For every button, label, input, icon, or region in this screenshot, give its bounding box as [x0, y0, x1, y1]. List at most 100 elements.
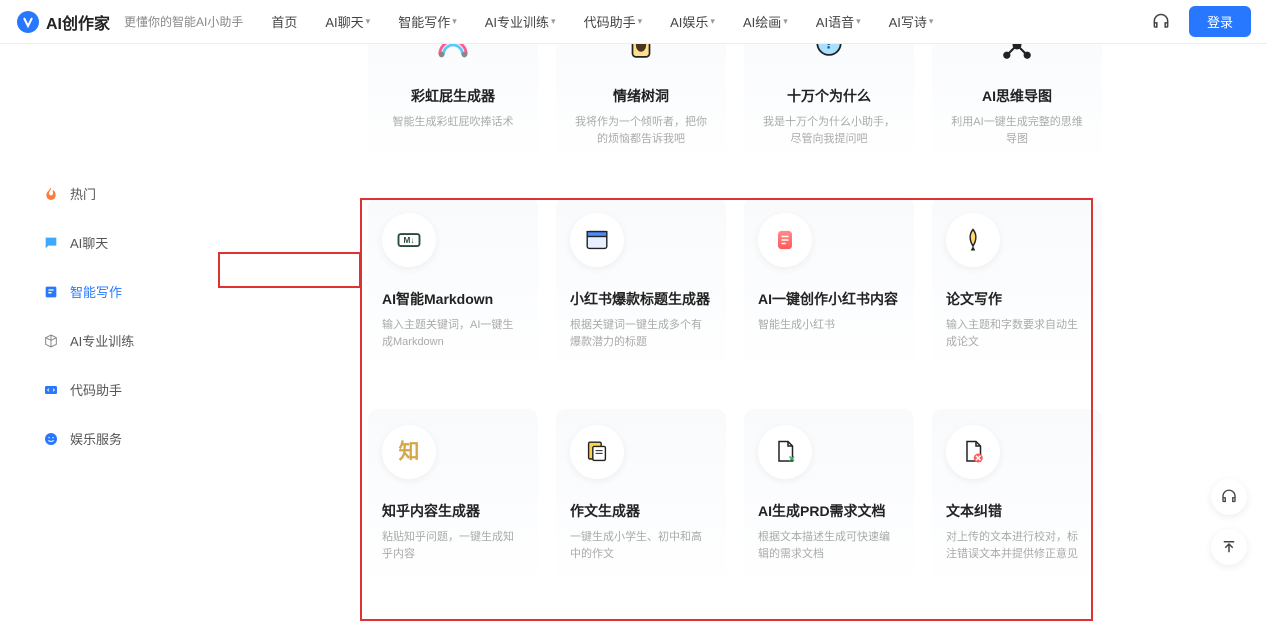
rainbow-icon	[426, 44, 480, 72]
card-hole[interactable]: 情绪树洞我将作为一个倾听者，把你的烦恼都告诉我吧	[556, 44, 726, 165]
logo-icon	[16, 10, 40, 34]
nav: 首页 AI聊天▾ 智能写作▾ AI专业训练▾ 代码助手▾ AI娱乐▾ AI绘画▾ AI语音▾ A…	[271, 12, 1151, 31]
nav-item-3[interactable]: AI专业训练▾	[485, 12, 556, 31]
card-desc: 智能生成小红书	[758, 317, 835, 334]
error-icon	[946, 425, 1000, 479]
card-desc: 我是十万个为什么小助手，尽管向我提问吧	[758, 114, 900, 147]
header: AI创作家 更懂你的智能AI小助手 首页 AI聊天▾ 智能写作▾ AI专业训练▾ 代码助…	[0, 0, 1267, 44]
chevron-down-icon: ▾	[710, 16, 715, 27]
card-desc: 根据文本描述生成可快速编辑的需求文档	[758, 529, 900, 562]
float-top-button[interactable]	[1211, 529, 1247, 565]
sidebar-item-label: 热门	[70, 184, 96, 203]
chevron-down-icon: ▾	[856, 16, 861, 27]
card-title: 作文生成器	[570, 501, 640, 521]
note-icon	[758, 213, 812, 267]
logo-text: AI创作家	[46, 10, 110, 34]
chevron-down-icon: ▾	[638, 16, 643, 27]
float-headset-button[interactable]	[1211, 479, 1247, 515]
mindmap-icon	[990, 44, 1044, 72]
card-title: AI智能Markdown	[382, 289, 493, 309]
float-buttons	[1211, 479, 1247, 565]
card-title: AI思维导图	[982, 86, 1052, 106]
chevron-down-icon: ▾	[551, 16, 556, 27]
sidebar-item-2[interactable]: 智能写作	[0, 272, 220, 311]
card-desc: 智能生成彩虹屁吹捧话术	[393, 114, 514, 131]
card-window[interactable]: 小红书爆款标题生成器根据关键词一键生成多个有爆款潜力的标题	[556, 197, 726, 377]
card-desc: 粘贴知乎问题，一键生成知乎内容	[382, 529, 524, 562]
chevron-down-icon: ▾	[452, 16, 457, 27]
nav-item-8[interactable]: AI写诗▾	[889, 12, 934, 31]
card-desc: 输入主题关键词，AI一键生成Markdown	[382, 317, 524, 350]
nav-item-5[interactable]: AI娱乐▾	[670, 12, 715, 31]
sidebar-item-1[interactable]: AI聊天	[0, 223, 220, 262]
hole-icon	[614, 44, 668, 72]
card-desc: 一键生成小学生、初中和高中的作文	[570, 529, 712, 562]
doc-icon	[570, 425, 624, 479]
prd-icon	[758, 425, 812, 479]
card-question[interactable]: ? 十万个为什么我是十万个为什么小助手，尽管向我提问吧	[744, 44, 914, 165]
card-note[interactable]: AI一键创作小红书内容智能生成小红书	[744, 197, 914, 377]
sidebar-item-label: AI聊天	[70, 233, 108, 252]
card-desc: 根据关键词一键生成多个有爆款潜力的标题	[570, 317, 712, 350]
card-doc[interactable]: 作文生成器一键生成小学生、初中和高中的作文	[556, 409, 726, 589]
write-icon	[42, 283, 60, 301]
chat-icon	[42, 234, 60, 252]
headset-icon[interactable]	[1151, 12, 1171, 32]
nav-item-1[interactable]: AI聊天▾	[325, 12, 370, 31]
main: 热门 AI聊天智能写作 AI专业训练代码助手娱乐服务 彩虹屁生成器智能生成彩虹屁吹捧…	[0, 44, 1267, 625]
nav-item-7[interactable]: AI语音▾	[816, 12, 861, 31]
sidebar-item-0[interactable]: 热门	[0, 174, 220, 213]
sidebar-item-label: 娱乐服务	[70, 429, 122, 448]
card-prd[interactable]: AI生成PRD需求文档根据文本描述生成可快速编辑的需求文档	[744, 409, 914, 589]
card-rainbow[interactable]: 彩虹屁生成器智能生成彩虹屁吹捧话术	[368, 44, 538, 165]
smile-icon	[42, 430, 60, 448]
svg-text:?: ?	[824, 44, 834, 53]
content: 彩虹屁生成器智能生成彩虹屁吹捧话术情绪树洞我将作为一个倾听者，把你的烦恼都告诉我…	[220, 44, 1267, 625]
login-button[interactable]: 登录	[1189, 6, 1251, 37]
card-title: 文本纠错	[946, 501, 1002, 521]
svg-text:M↓: M↓	[404, 236, 415, 245]
card-title: 情绪树洞	[613, 86, 669, 106]
window-icon	[570, 213, 624, 267]
card-mindmap[interactable]: AI思维导图利用AI一键生成完整的思维导图	[932, 44, 1102, 165]
sidebar-item-label: 代码助手	[70, 380, 122, 399]
card-error[interactable]: 文本纠错对上传的文本进行校对，标注错误文本并提供修正意见	[932, 409, 1102, 589]
pen-icon	[946, 213, 1000, 267]
header-subtitle: 更懂你的智能AI小助手	[124, 13, 243, 30]
card-title: 知乎内容生成器	[382, 501, 480, 521]
card-title: AI一键创作小红书内容	[758, 289, 898, 309]
sidebar-item-5[interactable]: 娱乐服务	[0, 419, 220, 458]
card-desc: 输入主题和字数要求自动生成论文	[946, 317, 1088, 350]
sidebar-item-label: 智能写作	[70, 282, 122, 301]
code-icon	[42, 381, 60, 399]
card-title: 论文写作	[946, 289, 1002, 309]
header-right: 登录	[1151, 6, 1251, 37]
chevron-down-icon: ▾	[783, 16, 788, 27]
md-icon: M↓	[382, 213, 436, 267]
chevron-down-icon: ▾	[366, 16, 371, 27]
card-title: 十万个为什么	[787, 86, 871, 106]
nav-item-0[interactable]: 首页	[271, 12, 297, 31]
cube-icon	[42, 332, 60, 350]
sidebar-item-4[interactable]: 代码助手	[0, 370, 220, 409]
card-title: 彩虹屁生成器	[411, 86, 495, 106]
sidebar-item-3[interactable]: AI专业训练	[0, 321, 220, 360]
nav-item-6[interactable]: AI绘画▾	[743, 12, 788, 31]
svg-text:知: 知	[399, 439, 420, 463]
question-icon: ?	[802, 44, 856, 72]
nav-item-2[interactable]: 智能写作▾	[398, 12, 457, 31]
card-desc: 我将作为一个倾听者，把你的烦恼都告诉我吧	[570, 114, 712, 147]
card-title: AI生成PRD需求文档	[758, 501, 886, 521]
sidebar: 热门 AI聊天智能写作 AI专业训练代码助手娱乐服务	[0, 44, 220, 625]
sidebar-item-label: AI专业训练	[70, 331, 134, 350]
chevron-down-icon: ▾	[929, 16, 934, 27]
card-pen[interactable]: 论文写作输入主题和字数要求自动生成论文	[932, 197, 1102, 377]
nav-item-4[interactable]: 代码助手▾	[584, 12, 643, 31]
zhi-icon: 知	[382, 425, 436, 479]
card-md[interactable]: M↓ AI智能Markdown 输入主题关键词，AI一键生成Markdown	[368, 197, 538, 377]
card-desc: 利用AI一键生成完整的思维导图	[946, 114, 1088, 147]
card-zhi[interactable]: 知知乎内容生成器粘贴知乎问题，一键生成知乎内容	[368, 409, 538, 589]
card-title: 小红书爆款标题生成器	[570, 289, 710, 309]
logo[interactable]: AI创作家	[16, 10, 110, 34]
card-desc: 对上传的文本进行校对，标注错误文本并提供修正意见	[946, 529, 1088, 562]
